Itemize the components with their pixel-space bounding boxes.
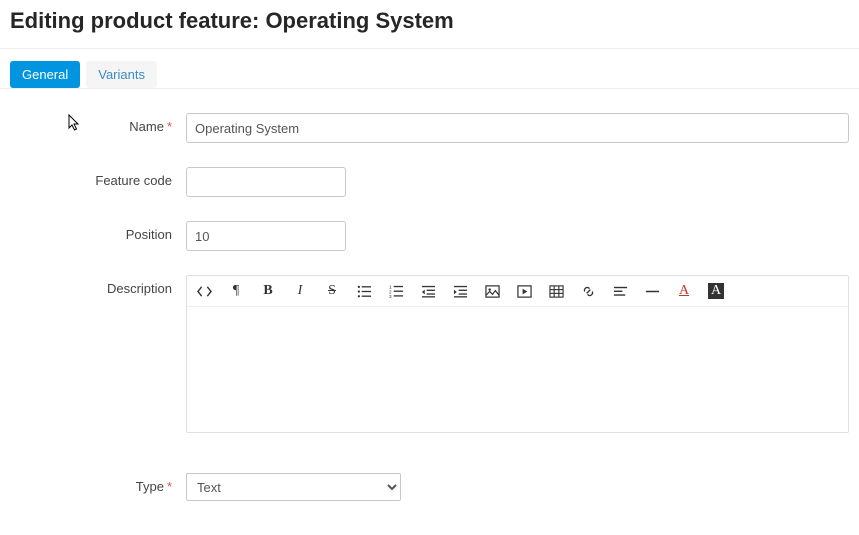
svg-text:3: 3 [389, 294, 392, 299]
text-color-icon[interactable]: A [675, 282, 693, 300]
background-color-icon[interactable]: A [707, 282, 725, 300]
horizontal-rule-icon[interactable] [643, 282, 661, 300]
bold-icon[interactable]: B [259, 282, 277, 300]
name-input[interactable] [186, 113, 849, 143]
paragraph-icon[interactable]: ¶ [227, 282, 245, 300]
link-icon[interactable] [579, 282, 597, 300]
tab-bar: General Variants [0, 49, 859, 89]
image-icon[interactable] [483, 282, 501, 300]
row-feature-code: Feature code [10, 167, 849, 197]
page-title: Editing product feature: Operating Syste… [10, 8, 849, 34]
type-label: Type [10, 473, 186, 494]
position-input[interactable] [186, 221, 346, 251]
editor-toolbar: ¶ B I S 123 A A [187, 276, 848, 307]
description-input[interactable] [187, 307, 848, 427]
type-select[interactable]: Text [186, 473, 401, 501]
video-icon[interactable] [515, 282, 533, 300]
rich-text-editor: ¶ B I S 123 A A [186, 275, 849, 433]
italic-icon[interactable]: I [291, 282, 309, 300]
row-type: Type Text [10, 473, 849, 501]
feature-code-label: Feature code [10, 167, 186, 188]
page-header: Editing product feature: Operating Syste… [0, 0, 859, 49]
row-description: Description ¶ B I S 123 [10, 275, 849, 433]
feature-code-input[interactable] [186, 167, 346, 197]
align-icon[interactable] [611, 282, 629, 300]
code-view-icon[interactable] [195, 282, 213, 300]
name-label: Name [10, 113, 186, 134]
form: Name Feature code Position Description ¶… [0, 89, 859, 535]
unordered-list-icon[interactable] [355, 282, 373, 300]
strike-icon[interactable]: S [323, 282, 341, 300]
table-icon[interactable] [547, 282, 565, 300]
row-name: Name [10, 113, 849, 143]
indent-icon[interactable] [451, 282, 469, 300]
position-label: Position [10, 221, 186, 242]
tab-variants[interactable]: Variants [86, 61, 157, 88]
ordered-list-icon[interactable]: 123 [387, 282, 405, 300]
outdent-icon[interactable] [419, 282, 437, 300]
row-position: Position [10, 221, 849, 251]
description-label: Description [10, 275, 186, 296]
tab-general[interactable]: General [10, 61, 80, 88]
